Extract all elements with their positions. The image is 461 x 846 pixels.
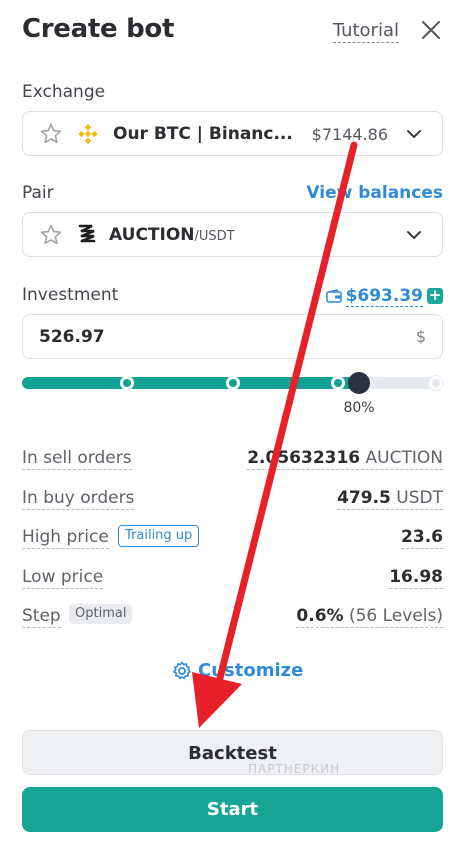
slider-mark-25[interactable] xyxy=(120,376,135,390)
pair-name: AUCTION/USDT xyxy=(109,225,235,245)
pair-quote: /USDT xyxy=(194,229,235,244)
star-icon[interactable] xyxy=(39,122,63,146)
sell-orders-label: In sell orders xyxy=(22,448,132,470)
exchange-balance: $7144.86 xyxy=(311,125,388,144)
high-price-row: High price Trailing up 23.6 xyxy=(22,525,443,550)
header: Create bot Tutorial xyxy=(22,14,443,48)
chevron-down-icon[interactable] xyxy=(404,225,424,245)
low-price-label: Low price xyxy=(22,567,104,589)
wallet-icon xyxy=(325,289,342,303)
backtest-button[interactable]: Backtest xyxy=(22,730,443,775)
exchange-label: Exchange xyxy=(22,82,106,102)
watermark: ПАРТНЕРКИН xyxy=(248,762,341,776)
auction-coin-icon xyxy=(78,224,96,243)
binance-logo-icon xyxy=(78,124,98,144)
low-price-value[interactable]: 16.98 xyxy=(389,566,443,589)
investment-value[interactable]: 526.97 xyxy=(39,327,105,347)
pair-label: Pair xyxy=(22,183,54,203)
gear-icon xyxy=(173,661,191,679)
investment-label: Investment xyxy=(22,285,119,305)
balance-amount[interactable]: $693.39 xyxy=(345,286,423,307)
page-title: Create bot xyxy=(22,14,175,44)
available-balance: $693.39 + xyxy=(325,285,443,307)
high-price-value[interactable]: 23.6 xyxy=(401,526,443,549)
pair-base: AUCTION xyxy=(109,225,195,245)
slider-thumb[interactable] xyxy=(348,372,370,394)
start-button[interactable]: Start xyxy=(22,787,443,832)
optimal-badge: Optimal xyxy=(69,604,133,624)
investment-unit: $ xyxy=(415,327,426,346)
low-price-row: Low price 16.98 xyxy=(22,566,443,590)
slider-mark-50[interactable] xyxy=(225,376,240,390)
slider-fill xyxy=(22,377,359,389)
chevron-down-icon[interactable] xyxy=(404,124,424,144)
slider-percent: 80% xyxy=(343,400,375,416)
slider-mark-100[interactable] xyxy=(429,376,443,390)
sell-orders-row: In sell orders 2.05632316 AUCTION xyxy=(22,447,443,471)
pair-select[interactable]: AUCTION/USDT xyxy=(22,212,443,257)
high-price-label: High price xyxy=(22,527,109,549)
customize-link[interactable]: Customize xyxy=(172,660,303,681)
close-icon[interactable] xyxy=(419,18,443,42)
view-balances-link[interactable]: View balances xyxy=(306,183,443,203)
exchange-select[interactable]: Our BTC | Binanc... $7144.86 xyxy=(22,111,443,156)
investment-slider[interactable] xyxy=(22,372,443,394)
trailing-up-badge[interactable]: Trailing up xyxy=(118,525,200,547)
customize-label: Customize xyxy=(198,660,304,681)
add-funds-button[interactable]: + xyxy=(427,288,443,304)
step-label: Step xyxy=(22,606,61,628)
step-value[interactable]: 0.6% (56 Levels) xyxy=(296,605,443,628)
star-icon[interactable] xyxy=(39,223,63,247)
tutorial-link[interactable]: Tutorial xyxy=(332,20,399,43)
step-row: Step Optimal 0.6% (56 Levels) xyxy=(22,604,443,629)
slider-mark-75[interactable] xyxy=(330,376,345,390)
buy-orders-value: 479.5 USDT xyxy=(337,488,443,510)
sell-orders-value: 2.05632316 AUCTION xyxy=(247,448,443,470)
investment-input[interactable]: 526.97 $ xyxy=(22,314,443,359)
buy-orders-row: In buy orders 479.5 USDT xyxy=(22,487,443,511)
exchange-name: Our BTC | Binanc... xyxy=(113,124,293,144)
buy-orders-label: In buy orders xyxy=(22,488,135,510)
